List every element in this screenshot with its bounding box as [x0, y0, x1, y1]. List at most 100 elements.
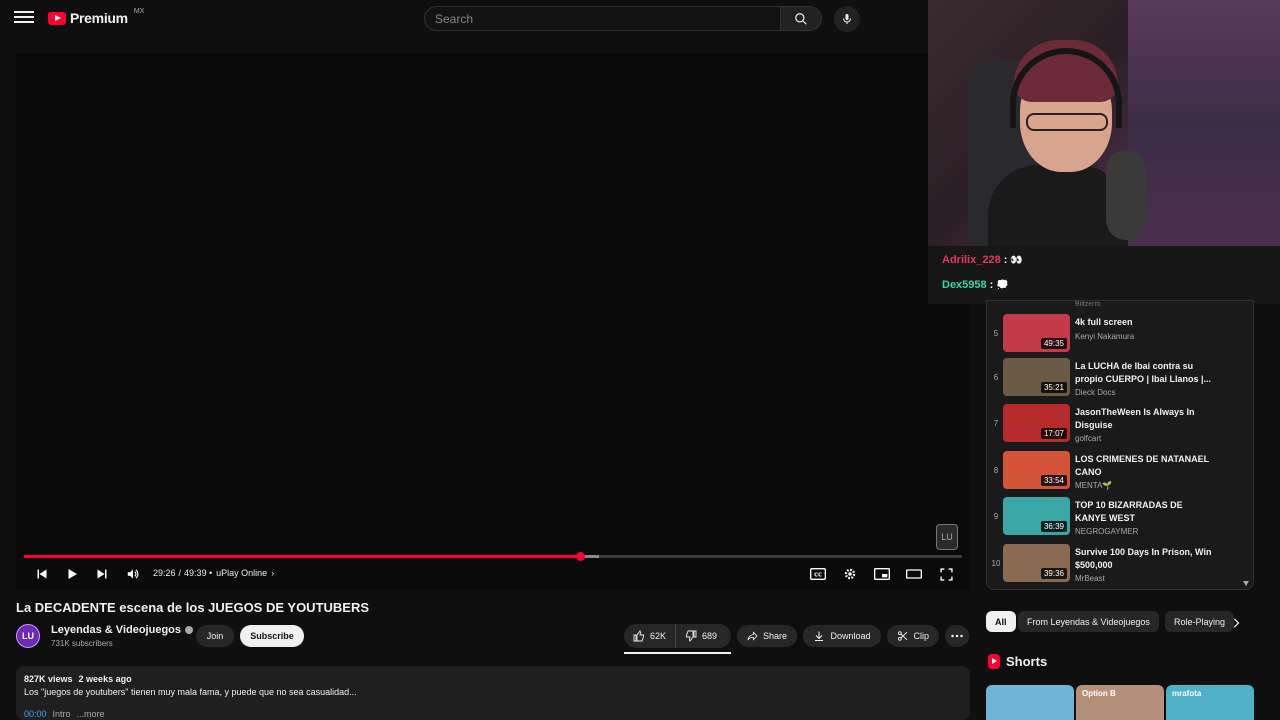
playlist-item[interactable]: 8 33:54 LOS CRIMENES DE NATANAEL CANO MENTA…: [987, 451, 1249, 493]
like-button[interactable]: 62K: [624, 624, 677, 648]
youtube-premium-logo[interactable]: Premium MX: [48, 7, 145, 26]
description-chapters: 00:00 Intro ...more: [24, 709, 962, 719]
chat-message: Dex5958: 💭: [942, 279, 1009, 291]
previous-button[interactable]: [32, 564, 52, 584]
clip-button[interactable]: Clip: [887, 625, 939, 647]
more-horizontal-icon: [951, 634, 963, 638]
miniplayer-button[interactable]: [872, 564, 892, 584]
download-label: Download: [830, 631, 871, 641]
filter-chip[interactable]: Role-Playing: [1165, 611, 1235, 632]
chevron-right-icon[interactable]: [1232, 615, 1240, 633]
video-player[interactable]: LU 29:26 / 49:39 • uPlay Online › CC: [16, 53, 970, 590]
verified-badge-icon: [185, 626, 194, 634]
thought-bubble-emote-icon: 💭: [996, 279, 1009, 291]
short-thumbnail-text: mrafota: [1172, 689, 1202, 698]
playlist-item-title[interactable]: La LUCHA de Ibai contra su propio CUERPO…: [1075, 360, 1215, 386]
playlist-partial-channel: Biltzerro: [1075, 301, 1101, 308]
play-icon: [68, 569, 77, 579]
download-button[interactable]: Download: [803, 625, 881, 647]
microphone-icon: [843, 14, 851, 24]
closed-captions-icon: CC: [810, 568, 826, 580]
more-actions-button[interactable]: [945, 625, 969, 647]
play-button[interactable]: [62, 564, 82, 584]
dislike-button[interactable]: 689: [676, 624, 726, 648]
subtitles-button[interactable]: CC: [808, 564, 828, 584]
fullscreen-icon: [939, 567, 953, 581]
chapter-button[interactable]: • uPlay Online ›: [209, 568, 274, 578]
chapter-label: Intro: [52, 709, 71, 719]
share-button[interactable]: Share: [737, 625, 797, 647]
volume-icon: [127, 569, 139, 579]
theater-mode-button[interactable]: [904, 564, 924, 584]
subscribe-button[interactable]: Subscribe: [240, 625, 304, 647]
shorts-icon: [988, 654, 1000, 669]
playlist-item-thumbnail[interactable]: 49:35: [1003, 314, 1070, 352]
channel-avatar[interactable]: LU: [16, 624, 40, 648]
subscriber-count: 731K subscribers: [51, 639, 113, 648]
playlist-item-channel: Kenyi Nakamura: [1075, 332, 1135, 341]
playlist-item[interactable]: 7 17:07 JasonTheWeen Is Always In Disguise…: [987, 404, 1249, 446]
search-input[interactable]: [435, 11, 780, 26]
next-icon: [97, 569, 107, 579]
playlist-item[interactable]: 9 36:39 TOP 10 BIZARRADAS DE KANYE WEST NEG…: [987, 497, 1249, 539]
like-dislike-group: 62K 689: [624, 624, 731, 648]
join-button[interactable]: Join: [196, 625, 234, 647]
short-thumbnail-text: Option B: [1082, 689, 1116, 698]
description-box[interactable]: 827K views 2 weeks ago Los "juegos de yo…: [16, 666, 970, 720]
chat-username: Adrilix_228: [942, 254, 1001, 266]
playlist-item-duration: 33:54: [1040, 475, 1067, 486]
voice-search-button[interactable]: [834, 6, 860, 32]
channel-name-link[interactable]: Leyendas & Videojuegos: [51, 624, 194, 636]
short-thumbnail[interactable]: mrafota: [1166, 685, 1254, 720]
playlist-item-channel: MrBeast: [1075, 574, 1105, 583]
playlist-item-thumbnail[interactable]: 36:39: [1003, 497, 1070, 535]
playlist-item[interactable]: 6 35:21 La LUCHA de Ibai contra su propio …: [987, 358, 1249, 400]
short-thumbnail[interactable]: Option B: [1076, 685, 1164, 720]
duration: 49:39: [184, 568, 207, 578]
playlist-item-thumbnail[interactable]: 33:54: [1003, 451, 1070, 489]
clip-label: Clip: [913, 631, 929, 641]
channel-watermark[interactable]: LU: [936, 524, 958, 550]
playlist-item-channel: NEGROGAYMER: [1075, 527, 1139, 536]
logo-region: MX: [133, 7, 145, 15]
youtube-play-icon: [48, 11, 66, 25]
description-text: Los "juegos de youtubers" tienen muy mal…: [24, 687, 357, 697]
playlist-item-title[interactable]: Survive 100 Days In Prison, Win $500,000: [1075, 546, 1215, 572]
current-time: 29:26: [153, 568, 176, 578]
thumbs-down-icon: [686, 630, 697, 642]
playlist-item-thumbnail[interactable]: 39:36: [1003, 544, 1070, 582]
menu-icon[interactable]: [14, 8, 34, 28]
next-button[interactable]: [92, 564, 112, 584]
filter-chip[interactable]: From Leyendas & Videojuegos: [1018, 611, 1159, 632]
playlist-item-thumbnail[interactable]: 35:21: [1003, 358, 1070, 396]
fullscreen-button[interactable]: [936, 564, 956, 584]
playlist-item-title[interactable]: 4k full screen: [1075, 316, 1215, 329]
playlist-item-title[interactable]: TOP 10 BIZARRADAS DE KANYE WEST: [1075, 499, 1215, 525]
playlist-item[interactable]: 5 49:35 4k full screen Kenyi Nakamura: [987, 314, 1249, 356]
playlist-item[interactable]: 10 39:36 Survive 100 Days In Prison, Win $…: [987, 544, 1249, 586]
chapter-dot: •: [209, 568, 213, 578]
playlist-item-thumbnail[interactable]: 17:07: [1003, 404, 1070, 442]
filter-chip[interactable]: All: [986, 611, 1016, 632]
miniplayer-icon: [874, 568, 890, 580]
short-thumbnail[interactable]: [986, 685, 1074, 720]
playlist-item-title[interactable]: LOS CRIMENES DE NATANAEL CANO: [1075, 453, 1215, 479]
dislike-count: 689: [702, 631, 718, 641]
mute-button[interactable]: [123, 564, 143, 584]
search-icon: [795, 12, 807, 25]
settings-button[interactable]: [840, 564, 860, 584]
search-box[interactable]: [424, 6, 781, 31]
previous-icon: [37, 569, 47, 579]
gear-icon: [844, 568, 856, 580]
search-button[interactable]: [781, 6, 822, 31]
playlist-panel[interactable]: Biltzerro 5 49:35 4k full screen Kenyi Naka…: [986, 300, 1254, 590]
timestamp-link[interactable]: 00:00: [24, 709, 47, 719]
chat-colon: :: [1003, 254, 1008, 266]
microphone-prop: [1106, 150, 1146, 240]
scrubber-handle[interactable]: [576, 552, 586, 561]
chat-colon: :: [989, 279, 994, 291]
progress-bar[interactable]: [24, 552, 962, 561]
playlist-item-title[interactable]: JasonTheWeen Is Always In Disguise: [1075, 406, 1215, 432]
scroll-down-icon[interactable]: [1243, 581, 1249, 586]
show-more-button[interactable]: ...more: [77, 709, 105, 719]
